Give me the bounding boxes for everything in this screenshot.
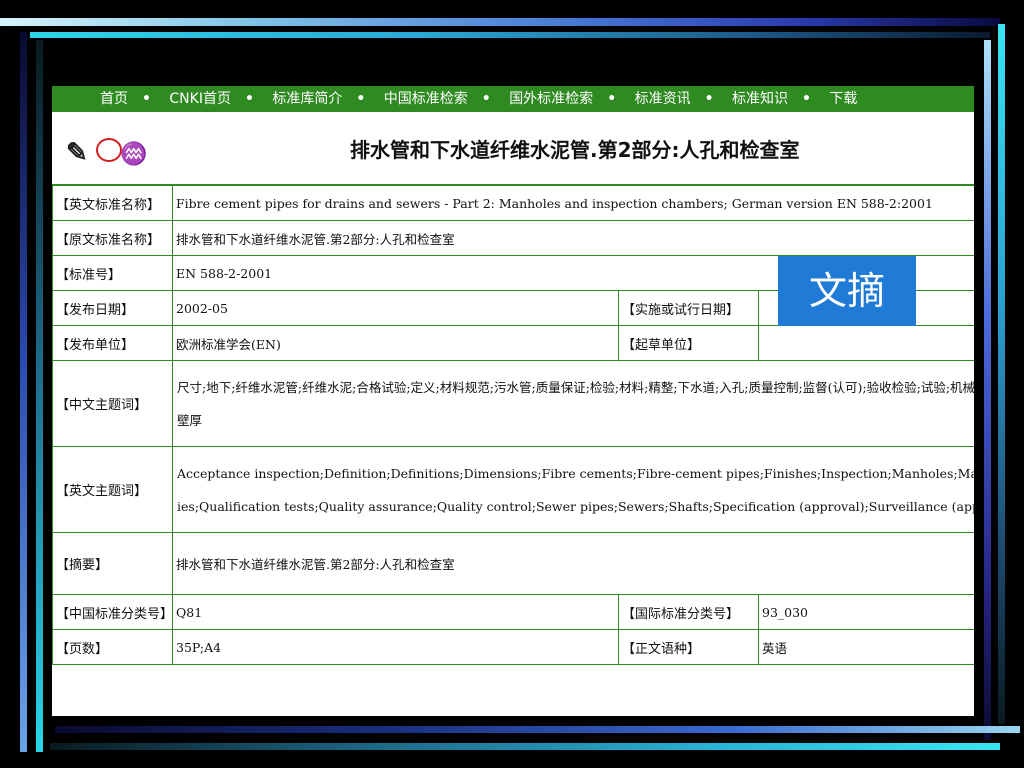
- keywords-line: ies;Qualification tests;Quality assuranc…: [177, 498, 974, 514]
- field-value-english-title: Fibre cement pipes for drains and sewers…: [172, 185, 974, 221]
- table-row: 【页数】 35P;A4 【正文语种】 英语: [52, 629, 974, 665]
- table-row: 【中国标准分类号】 Q81 【国际标准分类号】 93_030: [52, 594, 974, 630]
- decorative-bar-left: [20, 32, 27, 752]
- nav-link-standard-news[interactable]: 标准资讯: [635, 86, 691, 112]
- field-label: 【摘要】: [52, 532, 173, 595]
- nav-separator: •: [356, 91, 366, 107]
- field-label: 【正文语种】: [618, 629, 759, 665]
- nav-link-china-standard-search[interactable]: 中国标准检索: [384, 86, 468, 112]
- table-row: 【中文主题词】 尺寸;地下;纤维水泥管;纤维水泥;合格试验;定义;材料规范;污水…: [52, 360, 974, 447]
- abstract-badge[interactable]: 文摘: [778, 256, 916, 326]
- nav-separator: •: [704, 91, 714, 107]
- field-label: 【英文主题词】: [52, 446, 173, 533]
- keywords-line: 壁厚: [177, 412, 203, 428]
- field-value-chinese-keywords: 尺寸;地下;纤维水泥管;纤维水泥;合格试验;定义;材料规范;污水管;质量保证;检…: [172, 360, 974, 447]
- nav-link-home[interactable]: 首页: [100, 86, 128, 112]
- page-title: 排水管和下水道纤维水泥管.第2部分:人孔和检查室: [350, 138, 800, 162]
- table-row: 【英文标准名称】 Fibre cement pipes for drains a…: [52, 185, 974, 221]
- nav-link-standard-knowledge[interactable]: 标准知识: [732, 86, 788, 112]
- nav-link-foreign-standard-search[interactable]: 国外标准检索: [509, 86, 593, 112]
- field-value-english-keywords: Acceptance inspection;Definition;Definit…: [172, 446, 974, 533]
- table-row: 【英文主题词】 Acceptance inspection;Definition…: [52, 446, 974, 533]
- field-label: 【发布单位】: [52, 325, 173, 361]
- table-row: 【发布单位】 欧洲标准学会(EN) 【起草单位】: [52, 325, 974, 361]
- field-label: 【发布日期】: [52, 290, 173, 326]
- nav-separator: •: [244, 91, 254, 107]
- nav-separator: •: [142, 91, 151, 107]
- field-value-original-title: 排水管和下水道纤维水泥管.第2部分:人孔和检查室: [172, 220, 974, 256]
- decorative-bar-right-inner: [984, 40, 991, 740]
- logo-glyph-right: ♒: [120, 142, 148, 167]
- field-label: 【起草单位】: [618, 325, 759, 361]
- decorative-bar-bottom: [55, 726, 1020, 733]
- field-value-abstract: 排水管和下水道纤维水泥管.第2部分:人孔和检查室: [172, 532, 974, 595]
- table-row: 【摘要】 排水管和下水道纤维水泥管.第2部分:人孔和检查室: [52, 532, 974, 595]
- page-header: ✎ ♒ 排水管和下水道纤维水泥管.第2部分:人孔和检查室: [52, 112, 974, 185]
- decorative-bar-left-inner: [36, 40, 43, 752]
- field-label: 【国际标准分类号】: [618, 594, 759, 630]
- keywords-line: 尺寸;地下;纤维水泥管;纤维水泥;合格试验;定义;材料规范;污水管;质量保证;检…: [177, 379, 974, 395]
- top-navigation-bar: 首页 • CNKI首页 • 标准库简介 • 中国标准检索 • 国外标准检索 • 标准资讯 •…: [52, 86, 974, 112]
- nav-separator: •: [802, 91, 811, 107]
- field-label: 【原文标准名称】: [52, 220, 173, 256]
- field-value-page-count: 35P;A4: [172, 629, 619, 665]
- nav-link-cnki-home[interactable]: CNKI首页: [169, 86, 231, 112]
- field-label: 【中文主题词】: [52, 360, 173, 447]
- field-label: 【标准号】: [52, 255, 173, 291]
- nav-link-download[interactable]: 下载: [829, 86, 857, 112]
- field-value-language: 英语: [758, 629, 974, 665]
- nav-separator: •: [481, 91, 491, 107]
- decorative-bar-top: [0, 18, 1000, 26]
- standard-detail-page: 首页 • CNKI首页 • 标准库简介 • 中国标准检索 • 国外标准检索 • 标准资讯 •…: [52, 86, 974, 716]
- field-value-publisher: 欧洲标准学会(EN): [172, 325, 619, 361]
- field-label: 【实施或试行日期】: [618, 290, 759, 326]
- nav-link-library-intro[interactable]: 标准库简介: [272, 86, 342, 112]
- field-label: 【中国标准分类号】: [52, 594, 173, 630]
- nav-separator: •: [607, 91, 617, 107]
- logo-seal-icon: [96, 138, 122, 162]
- logo-glyph-left: ✎: [66, 138, 88, 168]
- field-value-drafting-unit: [758, 325, 974, 361]
- site-logo[interactable]: ✎ ♒: [66, 132, 148, 168]
- decorative-bar-right: [998, 24, 1005, 724]
- field-label: 【页数】: [52, 629, 173, 665]
- decorative-bar-top-inner: [30, 32, 990, 38]
- field-value-publish-date: 2002-05: [172, 290, 619, 326]
- keywords-line: Acceptance inspection;Definition;Definit…: [177, 465, 974, 481]
- field-label: 【英文标准名称】: [52, 185, 173, 221]
- decorative-bar-bottom-inner: [50, 743, 1000, 750]
- table-row: 【原文标准名称】 排水管和下水道纤维水泥管.第2部分:人孔和检查室: [52, 220, 974, 256]
- field-value-china-classification: Q81: [172, 594, 619, 630]
- field-value-international-classification: 93_030: [758, 594, 974, 630]
